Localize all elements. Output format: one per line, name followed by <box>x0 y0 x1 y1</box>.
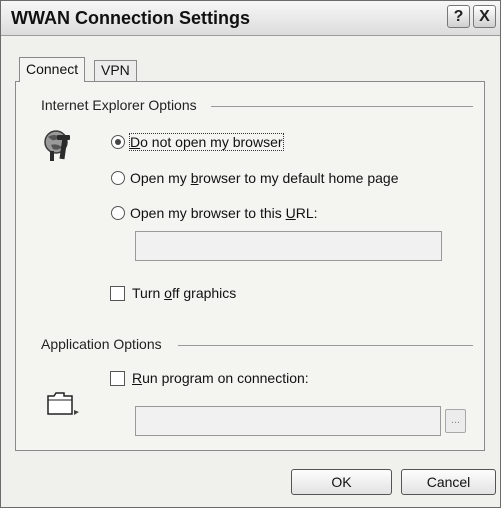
window-title: WWAN Connection Settings <box>11 8 250 28</box>
tab-connect[interactable]: Connect <box>19 57 86 82</box>
ie-options-label: Internet Explorer Options <box>41 97 197 113</box>
tab-vpn[interactable]: VPN <box>94 60 137 81</box>
radio-open-home-page[interactable] <box>111 171 125 185</box>
globe-tools-icon <box>44 130 70 161</box>
checkbox-run-program[interactable] <box>110 371 125 386</box>
program-path-input[interactable] <box>135 406 441 436</box>
app-options-divider <box>178 345 473 346</box>
tab-panel-connect: Internet Explorer Options Do not open my… <box>15 81 485 451</box>
checkbox-turn-off-graphics[interactable] <box>110 286 125 301</box>
radio-open-url[interactable] <box>111 206 125 220</box>
url-input[interactable] <box>135 231 442 261</box>
browse-button[interactable]: ... <box>445 409 466 433</box>
radio-do-not-open-label[interactable]: Do not open my browser <box>129 133 284 151</box>
close-button[interactable]: X <box>473 5 496 28</box>
radio-do-not-open[interactable] <box>111 135 125 149</box>
help-button[interactable]: ? <box>447 5 470 28</box>
radio-open-home-page-label[interactable]: Open my browser to my default home page <box>130 170 399 186</box>
checkbox-turn-off-graphics-label[interactable]: Turn off graphics <box>132 285 236 301</box>
tab-connect-label: Connect <box>26 61 79 77</box>
checkbox-run-program-label[interactable]: Run program on connection: <box>132 370 309 386</box>
app-options-label: Application Options <box>41 336 162 352</box>
folder-program-icon <box>47 392 79 415</box>
radio-open-url-label[interactable]: Open my browser to this URL: <box>130 205 318 221</box>
dialog-window: WWAN Connection Settings ? X Connect VPN… <box>0 0 501 508</box>
title-bar: WWAN Connection Settings ? X <box>1 1 500 36</box>
ok-button[interactable]: OK <box>291 469 392 495</box>
ie-options-divider <box>211 106 473 107</box>
cancel-button[interactable]: Cancel <box>401 469 496 495</box>
tab-vpn-label: VPN <box>101 62 130 78</box>
